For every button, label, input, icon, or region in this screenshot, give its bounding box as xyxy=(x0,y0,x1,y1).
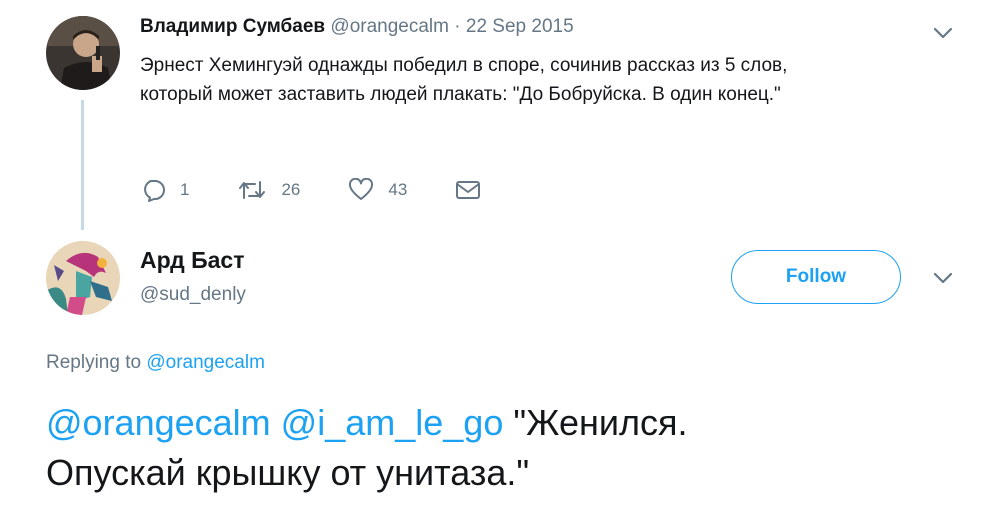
retweet-button[interactable]: 26 xyxy=(237,178,300,202)
tweet-options-button[interactable] xyxy=(930,267,956,289)
author-handle[interactable]: @sud_denly xyxy=(140,284,246,306)
replying-to: Replying to @orangecalm xyxy=(46,352,265,374)
follow-button[interactable]: Follow xyxy=(731,250,901,304)
tweet-options-button[interactable] xyxy=(930,22,956,44)
avatar-vladimir[interactable] xyxy=(46,16,120,90)
tweet-text-line: Эрнест Хемингуэй однажды победил в споре… xyxy=(140,55,788,76)
tweet-header: Владимир Сумбаев @orangecalm · 22 Sep 20… xyxy=(140,16,574,38)
mention-link[interactable]: @i_am_le_go xyxy=(281,402,504,443)
author-handle[interactable]: @orangecalm xyxy=(330,16,449,37)
thread-connector-line xyxy=(81,100,84,230)
tweet-text: Эрнест Хемингуэй однажды победил в споре… xyxy=(140,51,930,109)
reply-count: 1 xyxy=(180,180,190,199)
replying-prefix: Replying to xyxy=(46,352,142,373)
avatar-ard-bast[interactable] xyxy=(46,241,120,315)
tweet-text-line: Опускай крышку от унитаза." xyxy=(46,452,530,493)
tweet-text-line: @orangecalm @i_am_le_go "Женился. xyxy=(46,398,966,448)
envelope-icon xyxy=(456,181,481,199)
retweet-icon xyxy=(239,181,266,199)
like-button[interactable]: 43 xyxy=(348,178,407,202)
tweet-date[interactable]: 22 Sep 2015 xyxy=(466,16,574,37)
reply-button[interactable]: 1 xyxy=(140,178,189,202)
author-name[interactable]: Ард Баст xyxy=(140,247,244,274)
author-name[interactable]: Владимир Сумбаев xyxy=(140,16,325,37)
separator: · xyxy=(454,16,461,37)
heart-icon xyxy=(349,178,374,200)
replying-handle-link[interactable]: @orangecalm xyxy=(146,352,265,373)
reply-icon xyxy=(144,180,165,202)
retweet-count: 26 xyxy=(281,180,301,199)
tweet-text: @orangecalm @i_am_le_go "Женился. Опуска… xyxy=(46,398,966,498)
mention-link[interactable]: @orangecalm xyxy=(46,402,271,443)
direct-message-button[interactable] xyxy=(455,178,495,202)
chevron-down-icon xyxy=(933,272,953,284)
tweet-text-line: который может заставить людей плакать: "… xyxy=(140,84,781,105)
tweet-text-fragment: "Женился. xyxy=(513,402,688,443)
like-count: 43 xyxy=(388,180,408,199)
chevron-down-icon xyxy=(933,27,953,39)
tweet-actions: 1 26 43 xyxy=(140,172,543,208)
